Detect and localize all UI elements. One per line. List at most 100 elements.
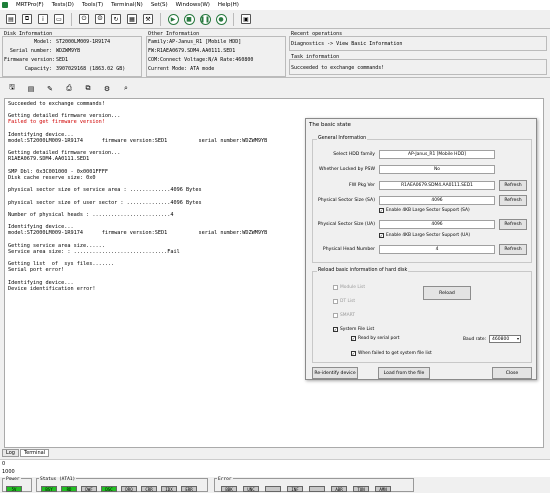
physical-head-number-label: Physical Head Number	[322, 247, 375, 252]
enable-4kb-ua-checkbox[interactable]: ✓ Enable 4KB Large Sector Support (UA)	[379, 233, 470, 238]
export-icon: ▤	[27, 84, 35, 93]
led-inf: INF	[287, 486, 303, 492]
physical-sector-sa-value: 4096	[379, 196, 495, 205]
info-icon: i	[38, 14, 48, 24]
capacity-value: 3907029168 (1863.02 GB)	[56, 66, 126, 72]
info-button[interactable]: i	[36, 12, 50, 26]
menu-bar: MRTPro(F) Tests(D) Tools(T) Terminal(N) …	[0, 0, 550, 10]
when-failed-checkbox[interactable]: ✓ When failed to get system file list	[351, 351, 432, 356]
menu-mrt-pro[interactable]: MRTPro(F)	[16, 2, 44, 8]
stop-button[interactable]: ■	[182, 12, 196, 26]
status-bar: Power 5V Status (ATA1) BSY RD DWF DSC DR…	[0, 477, 550, 493]
chip-icon: ▣	[241, 14, 251, 24]
re-identify-device-button[interactable]: Re-identify device	[312, 367, 358, 379]
led-ton: TON	[353, 486, 369, 492]
fw-value: FW:R1AEA0679.SDM4.AA0111.SED1	[148, 48, 236, 54]
power-led: 5V	[6, 486, 22, 492]
error-label: Error	[217, 477, 233, 482]
module-list-checkbox[interactable]: Module List	[333, 285, 365, 290]
copy-button[interactable]: ⧉	[20, 12, 34, 26]
model-value: ST2000LM009-1R9174	[56, 39, 111, 45]
module-list-label: Module List	[340, 285, 366, 290]
export-log-button[interactable]: ▤	[25, 83, 37, 95]
wrench-icon: ⚒	[143, 14, 153, 24]
pause-button[interactable]: ❚❚	[198, 12, 212, 26]
smart-checkbox[interactable]: SMART	[333, 313, 355, 318]
system-file-list-checkbox[interactable]: ✓ System File List	[333, 327, 374, 332]
power-off-button[interactable]: ⏼	[93, 12, 107, 26]
check-icon: ✓	[379, 207, 384, 213]
locked-by-psw-label: Whether Locked by PSW	[318, 167, 375, 172]
status-ata-group: Status (ATA1) BSY RD DWF DSC DRQ CRR IDX…	[36, 477, 208, 492]
led-amn: AMN	[375, 486, 391, 492]
dt-list-checkbox[interactable]: DT List	[333, 299, 355, 304]
led-bbk: BBK	[221, 486, 237, 492]
search-log-button[interactable]: ⌕	[120, 83, 132, 95]
dialog-title: The basic state	[309, 122, 351, 128]
power-button[interactable]: ⏻	[77, 12, 91, 26]
tool-button[interactable]: ⚒	[141, 12, 155, 26]
led-err: ERR	[181, 486, 197, 492]
copy-icon: ⧉	[85, 84, 91, 92]
print-log-button[interactable]: ⎙	[63, 83, 75, 95]
clear-log-button[interactable]: ✎	[44, 83, 56, 95]
status-ata-label: Status (ATA1)	[39, 477, 77, 482]
open-button[interactable]: ▤	[4, 12, 18, 26]
menu-help[interactable]: Help(H)	[218, 2, 239, 8]
led-drq: DRQ	[121, 486, 137, 492]
basic-state-dialog: The basic state General Information Sele…	[305, 118, 537, 380]
power-label: Power	[5, 477, 21, 482]
menu-tests[interactable]: Tests(D)	[52, 2, 74, 8]
grid-icon: ▦	[127, 14, 137, 24]
print-icon: ⎙	[66, 84, 72, 92]
save-log-button[interactable]: 🖫	[6, 83, 18, 95]
error-group: Error BBK UNC INF ABR TON AMN	[214, 477, 414, 492]
family-value: Family:AP-Janus_R1 [Mobile HDD]	[148, 39, 242, 45]
drive-icon: ▭	[54, 14, 64, 24]
power-group: Power 5V	[2, 477, 32, 492]
check-icon: ✓	[351, 335, 356, 341]
general-information-fieldset: General Information Select HDD family AP…	[312, 136, 532, 263]
copy-log-button[interactable]: ⧉	[82, 83, 94, 95]
settings-log-button[interactable]: ⚙	[101, 83, 113, 95]
enable-4kb-sa-checkbox[interactable]: ✓ Enable 4KB Large Sector Support (SA)	[379, 208, 470, 213]
firmware-value: SED1	[56, 57, 69, 63]
fw-rom-ver-label: FW Pkg Ver	[349, 183, 375, 188]
baud-rate-select[interactable]: 460800 ▾	[489, 335, 521, 343]
led-crr: CRR	[141, 486, 157, 492]
info-bar: Disk Information Model: ST2000LM009-1R91…	[0, 28, 550, 78]
tab-log[interactable]: Log	[2, 449, 19, 457]
load-from-file-button[interactable]: Load from the file	[378, 367, 430, 379]
grid-button[interactable]: ▦	[125, 12, 139, 26]
menu-tools[interactable]: Tools(T)	[82, 2, 103, 8]
menu-set[interactable]: Set(S)	[151, 2, 168, 8]
app-logo-icon	[2, 2, 8, 8]
refresh-fw-button[interactable]: Refresh	[499, 180, 527, 191]
record-button[interactable]: ●	[214, 12, 228, 26]
reload-button[interactable]: Reload	[423, 286, 471, 300]
play-icon: ▶	[167, 13, 179, 25]
tab-terminal[interactable]: Terminal	[19, 449, 50, 457]
sync-button[interactable]: ↻	[109, 12, 123, 26]
refresh-ua-button[interactable]: Refresh	[499, 219, 527, 230]
led-blank-2	[309, 486, 325, 492]
model-label: Model:	[33, 39, 52, 45]
refresh-sa-button[interactable]: Refresh	[499, 195, 527, 206]
gear-icon: ⚙	[103, 84, 111, 93]
serial-label: Serial number:	[9, 48, 52, 54]
baud-rate-value: 460800	[492, 336, 510, 342]
read-by-serial-port-checkbox[interactable]: ✓ Read by serial port	[351, 336, 400, 341]
serial-value: WDZWM9YB	[56, 48, 81, 54]
chip-button[interactable]: ▣	[239, 12, 253, 26]
refresh-head-button[interactable]: Refresh	[499, 244, 527, 255]
drive-button[interactable]: ▭	[52, 12, 66, 26]
app-window: MRTPro(F) Tests(D) Tools(T) Terminal(N) …	[0, 0, 550, 493]
play-button[interactable]: ▶	[166, 12, 180, 26]
dt-list-label: DT List	[340, 299, 356, 304]
led-rd: RD	[61, 486, 77, 492]
check-icon: ✓	[351, 350, 356, 356]
close-button[interactable]: Close	[492, 367, 532, 379]
power-off-icon: ⏼	[95, 14, 105, 24]
menu-windows[interactable]: Windows(W)	[176, 2, 210, 8]
menu-terminal[interactable]: Terminal(N)	[111, 2, 143, 8]
